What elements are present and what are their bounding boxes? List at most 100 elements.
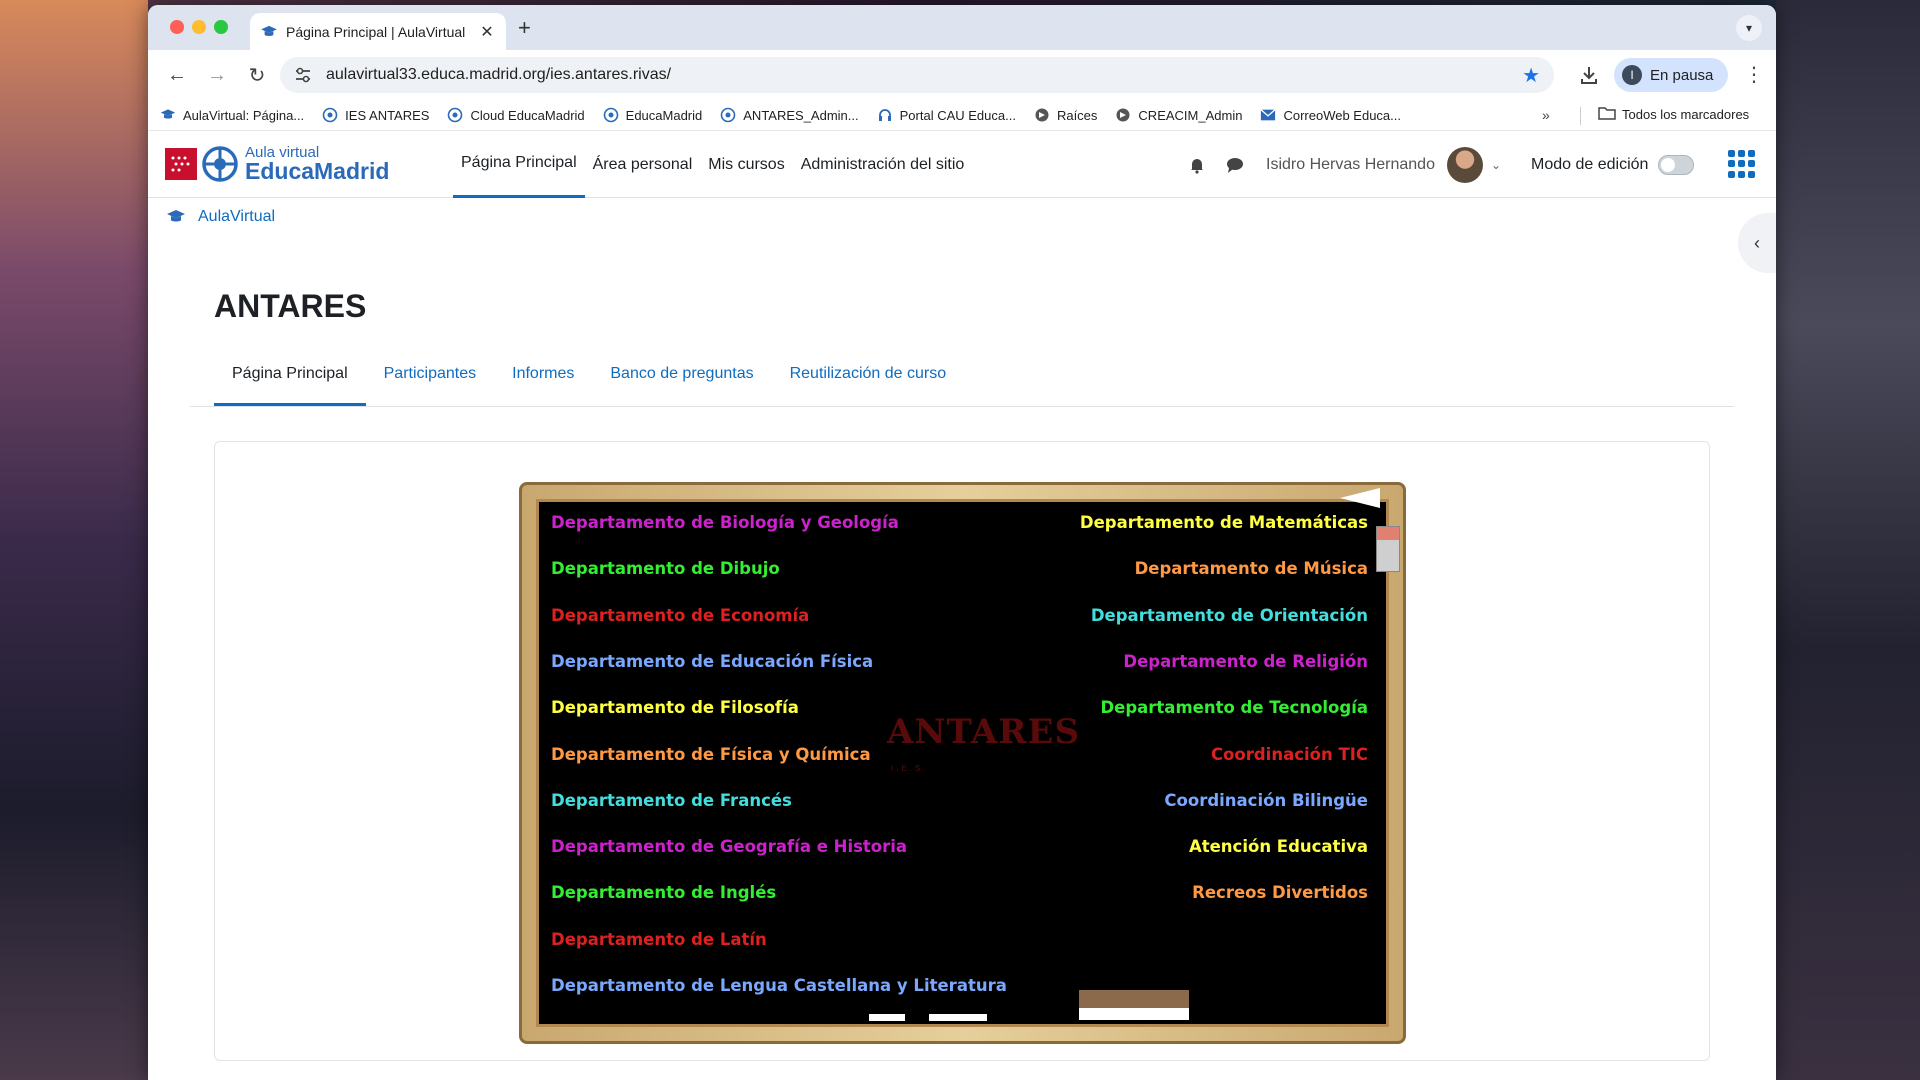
tab-reports[interactable]: Informes [494,358,592,406]
edit-mode-toggle[interactable] [1658,154,1695,175]
dept-link-technology[interactable]: Departamento de Tecnología [1100,698,1368,717]
link-bilingual-coordination[interactable]: Coordinación Bilingüe [1164,791,1368,810]
tab-strip: Página Principal | AulaVirtual ✕ + ▾ [148,5,1776,50]
dept-link-guidance[interactable]: Departamento de Orientación [1091,606,1368,625]
tab-search-chevron-icon[interactable]: ▾ [1736,15,1762,41]
bookmark-item[interactable]: CorreoWeb Educa... [1260,107,1401,123]
forward-arrow-icon[interactable]: → [200,58,234,92]
close-window-button[interactable] [170,20,184,34]
messages-icon[interactable] [1226,156,1244,174]
desktop-wallpaper-left [0,0,148,1080]
url-text: aulavirtual33.educa.madrid.org/ies.antar… [326,66,672,83]
all-bookmarks-button[interactable]: Todos los marcadores [1598,106,1749,123]
dept-link-economy[interactable]: Departamento de Economía [551,606,809,625]
dept-link-physical-education[interactable]: Departamento de Educación Física [551,652,873,671]
nav-my-courses[interactable]: Mis cursos [700,131,792,198]
bookmark-label: Cloud EducaMadrid [470,107,585,123]
tab-close-icon[interactable]: ✕ [478,22,496,42]
dept-link-latin[interactable]: Departamento de Latín [551,930,767,949]
bookmark-item[interactable]: CREACIM_Admin [1115,107,1242,123]
school-logo-prefix: I.E.S. [891,764,929,773]
educamadrid-logo-icon [603,107,619,123]
bookmark-item[interactable]: Raíces [1034,107,1097,123]
dept-link-drawing[interactable]: Departamento de Dibujo [551,559,780,578]
reload-icon[interactable]: ↻ [240,58,274,92]
link-ict-coordination[interactable]: Coordinación TIC [1211,745,1368,764]
bookmark-star-icon[interactable]: ★ [1522,63,1540,88]
bookmark-item[interactable]: IES ANTARES [322,107,429,123]
madrid-flag-icon [165,148,197,180]
dept-link-mathematics[interactable]: Departamento de Matemáticas [1080,513,1368,532]
bell-icon[interactable] [1188,156,1206,174]
new-tab-button[interactable]: + [518,15,531,41]
chalkboard-frame: I.E.S. ANTARES Departamento de Biología … [519,482,1406,1044]
bookmark-item[interactable]: ANTARES_Admin... [720,107,859,123]
dept-link-french[interactable]: Departamento de Francés [551,791,792,810]
nav-home[interactable]: Página Principal [453,131,585,198]
minimize-window-button[interactable] [192,20,206,34]
nav-divider [190,406,1734,407]
tab-course-home[interactable]: Página Principal [214,358,366,406]
apps-grid-icon[interactable] [1728,150,1756,178]
chalk-piece [1340,488,1380,508]
dept-link-biology-geology[interactable]: Departamento de Biología y Geología [551,513,899,532]
bookmark-label: CorreoWeb Educa... [1283,107,1401,123]
bookmark-item[interactable]: Portal CAU Educa... [877,107,1016,123]
tab-course-reuse[interactable]: Reutilización de curso [772,358,965,406]
dept-link-spanish-literature[interactable]: Departamento de Lengua Castellana y Lite… [551,976,1007,995]
breadcrumb: AulaVirtual [166,208,275,226]
bookmark-label: Portal CAU Educa... [899,107,1016,123]
maximize-window-button[interactable] [214,20,228,34]
link-fun-recess[interactable]: Recreos Divertidos [1192,883,1368,902]
address-bar[interactable]: aulavirtual33.educa.madrid.org/ies.antar… [280,57,1554,93]
tab-question-bank[interactable]: Banco de preguntas [592,358,771,406]
back-arrow-icon[interactable]: ← [160,58,194,92]
bookmark-label: AulaVirtual: Página... [183,107,305,123]
edit-mode-label: Modo de edición [1531,155,1649,173]
bookmark-item[interactable]: AulaVirtual: Página... [160,107,304,123]
bookmark-label: IES ANTARES [345,107,430,123]
download-icon[interactable] [1578,64,1600,86]
nav-dashboard[interactable]: Área personal [585,131,701,198]
chalkboard-eraser [1079,990,1189,1020]
educamadrid-logo[interactable]: Aula virtual EducaMadrid [165,145,389,183]
dept-link-geography-history[interactable]: Departamento de Geografía e Historia [551,837,907,856]
bookmark-item[interactable]: Cloud EducaMadrid [447,107,585,123]
dept-link-religion[interactable]: Departamento de Religión [1123,652,1368,671]
user-name[interactable]: Isidro Hervas Hernando [1266,156,1435,174]
profile-button[interactable]: I En pausa [1614,58,1728,92]
dept-link-physics-chemistry[interactable]: Departamento de Física y Química [551,745,871,764]
dept-link-english[interactable]: Departamento de Inglés [551,883,776,902]
tab-title: Página Principal | AulaVirtual [286,23,466,40]
dept-link-music[interactable]: Departamento de Música [1135,559,1368,578]
profile-status: En pausa [1650,66,1714,84]
site-settings-icon[interactable] [294,67,312,83]
bookmarks-bar: AulaVirtual: Página... IES ANTARES Cloud… [148,100,1776,131]
primary-navigation: Página Principal Área personal Mis curso… [453,131,972,198]
tab-participants[interactable]: Participantes [366,358,495,406]
link-educational-attention[interactable]: Atención Educativa [1189,837,1368,856]
bookmark-label: CREACIM_Admin [1138,107,1243,123]
chevron-left-icon[interactable]: ‹ [1738,213,1776,273]
chevron-down-icon[interactable]: ⌄ [1491,158,1501,172]
nav-site-admin[interactable]: Administración del sitio [793,131,973,198]
user-menu-area: Isidro Hervas Hernando ⌄ Modo de edición [1178,131,1695,198]
browser-menu-icon[interactable]: ⋮ [1744,62,1764,87]
school-logo: ANTARES [887,712,1081,752]
user-avatar[interactable] [1446,146,1483,183]
bookmarks-overflow-icon[interactable]: » [1542,107,1550,123]
bookmark-label: ANTARES_Admin... [743,107,859,123]
desktop-wallpaper-right [1776,0,1920,1080]
course-secondary-nav: Página Principal Participantes Informes … [214,358,964,406]
logo-title: EducaMadrid [245,158,390,184]
breadcrumb-link[interactable]: AulaVirtual [198,208,275,226]
dept-link-philosophy[interactable]: Departamento de Filosofía [551,698,799,717]
educamadrid-logo-icon [720,107,736,123]
chalk-stick [869,1014,905,1021]
pencil-decoration [1376,526,1400,572]
educamadrid-logo-icon [322,107,338,123]
bookmark-label: EducaMadrid [625,107,703,123]
bookmarks-divider [1580,107,1581,125]
active-tab[interactable]: Página Principal | AulaVirtual ✕ [250,13,506,50]
bookmark-item[interactable]: EducaMadrid [603,107,703,123]
